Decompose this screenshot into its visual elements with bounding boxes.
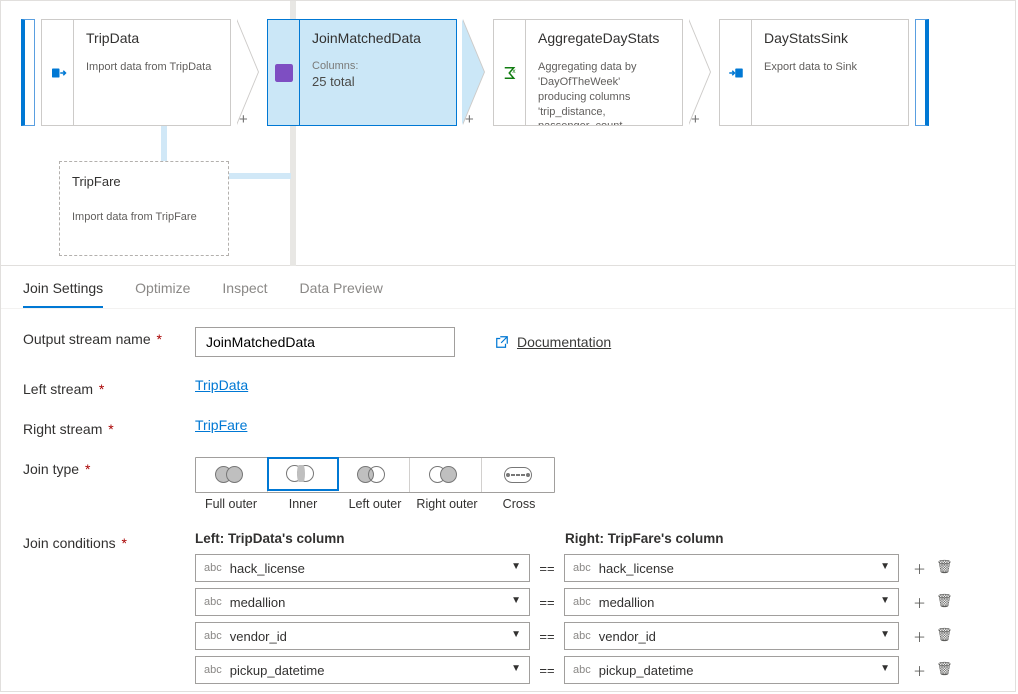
cond-right-header: Right: TripFare's column <box>565 531 993 546</box>
sink-icon <box>719 19 751 126</box>
right-stream-link[interactable]: TripFare <box>195 417 247 433</box>
chevron-down-icon: ▼ <box>880 663 890 674</box>
tab-join-settings[interactable]: Join Settings <box>23 280 103 308</box>
add-condition-icon[interactable]: ＋ <box>913 661 926 680</box>
chevron-down-icon: ▼ <box>511 595 521 606</box>
join-full-outer[interactable] <box>196 458 268 492</box>
cond-left-select[interactable]: abchack_license▼ <box>195 554 530 582</box>
join-conditions-label: Join conditions <box>23 535 116 551</box>
node-tripfare[interactable]: TripFare Import data from TripFare <box>59 161 229 256</box>
source-icon <box>41 19 73 126</box>
left-stream-label: Left stream <box>23 381 93 397</box>
cond-right-select[interactable]: abcvendor_id▼ <box>564 622 899 650</box>
node-joinmatcheddata[interactable]: JoinMatchedData Columns: 25 total <box>267 19 457 126</box>
condition-row: abchack_license▼==abchack_license▼ ＋ 🗑 <box>195 554 993 582</box>
condition-row: abcvendor_id▼==abcvendor_id▼ ＋ 🗑 <box>195 622 993 650</box>
sink-handle <box>915 19 929 126</box>
node-aggregatedaystats[interactable]: x AggregateDayStats Aggregating data by … <box>493 19 683 126</box>
delete-condition-icon[interactable]: 🗑 <box>936 661 953 680</box>
node-title: AggregateDayStats <box>538 30 670 46</box>
condition-row: abcpickup_datetime▼==abcpickup_datetime▼… <box>195 656 993 684</box>
delete-condition-icon[interactable]: 🗑 <box>936 593 953 612</box>
join-cross[interactable] <box>482 458 554 492</box>
cols-label: Columns: <box>312 60 358 72</box>
join-full-label: Full outer <box>195 497 267 511</box>
node-desc: Export data to Sink <box>764 60 896 75</box>
join-icon <box>267 19 299 126</box>
join-right-label: Right outer <box>411 497 483 511</box>
flow-canvas[interactable]: TripData Import data from TripData + Joi… <box>1 1 1015 266</box>
cond-op: == <box>530 595 564 610</box>
output-stream-input[interactable] <box>195 327 455 357</box>
external-link-icon <box>495 335 509 349</box>
chevron-down-icon: ▼ <box>511 663 521 674</box>
add-condition-icon[interactable]: ＋ <box>913 593 926 612</box>
right-stream-label: Right stream <box>23 421 102 437</box>
chevron-down-icon: ▼ <box>880 561 890 572</box>
node-title: TripFare <box>72 174 216 189</box>
node-tripdata[interactable]: TripData Import data from TripData <box>21 19 231 126</box>
join-type-group <box>195 457 555 493</box>
add-condition-icon[interactable]: ＋ <box>913 627 926 646</box>
cond-right-select[interactable]: abchack_license▼ <box>564 554 899 582</box>
cond-right-select[interactable]: abcmedallion▼ <box>564 588 899 616</box>
join-type-label: Join type <box>23 461 79 477</box>
delete-condition-icon[interactable]: 🗑 <box>936 627 953 646</box>
chevron-down-icon: ▼ <box>880 629 890 640</box>
cols-count: 25 total <box>312 74 444 89</box>
join-inner[interactable] <box>267 457 339 491</box>
add-step[interactable]: + <box>463 19 493 126</box>
condition-row: abcmedallion▼==abcmedallion▼ ＋ 🗑 <box>195 588 993 616</box>
node-desc: Aggregating data by 'DayOfTheWeek' produ… <box>538 60 670 126</box>
join-left-label: Left outer <box>339 497 411 511</box>
chevron-down-icon: ▼ <box>880 595 890 606</box>
add-step[interactable]: + <box>237 19 267 126</box>
join-right-outer[interactable] <box>410 458 482 492</box>
node-desc: Import data from TripFare <box>72 211 216 223</box>
join-left-outer[interactable] <box>338 458 410 492</box>
join-cross-label: Cross <box>483 497 555 511</box>
left-stream-link[interactable]: TripData <box>195 377 248 393</box>
svg-text:x: x <box>512 68 516 75</box>
tab-data-preview[interactable]: Data Preview <box>300 280 383 308</box>
cond-op: == <box>530 561 564 576</box>
chevron-down-icon: ▼ <box>511 629 521 640</box>
cond-op: == <box>530 663 564 678</box>
aggregate-icon: x <box>493 19 525 126</box>
join-inner-label: Inner <box>267 497 339 511</box>
node-daystatssink[interactable]: DayStatsSink Export data to Sink <box>719 19 929 126</box>
chevron-down-icon: ▼ <box>511 561 521 572</box>
settings-tabbar: Join Settings Optimize Inspect Data Prev… <box>1 266 1015 309</box>
node-desc: Import data from TripData <box>86 60 218 75</box>
output-stream-label: Output stream name <box>23 331 151 347</box>
node-title: TripData <box>86 30 218 46</box>
tab-optimize[interactable]: Optimize <box>135 280 190 308</box>
cond-left-select[interactable]: abcpickup_datetime▼ <box>195 656 530 684</box>
cond-left-header: Left: TripData's column <box>195 531 565 546</box>
documentation-link[interactable]: Documentation <box>495 334 611 350</box>
node-title: DayStatsSink <box>764 30 896 46</box>
cond-right-select[interactable]: abcpickup_datetime▼ <box>564 656 899 684</box>
add-step[interactable]: + <box>689 19 719 126</box>
tab-inspect[interactable]: Inspect <box>222 280 267 308</box>
source-handle <box>21 19 35 126</box>
delete-condition-icon[interactable]: 🗑 <box>936 559 953 578</box>
node-title: JoinMatchedData <box>312 30 444 46</box>
cond-left-select[interactable]: abcmedallion▼ <box>195 588 530 616</box>
cond-left-select[interactable]: abcvendor_id▼ <box>195 622 530 650</box>
cond-op: == <box>530 629 564 644</box>
add-condition-icon[interactable]: ＋ <box>913 559 926 578</box>
